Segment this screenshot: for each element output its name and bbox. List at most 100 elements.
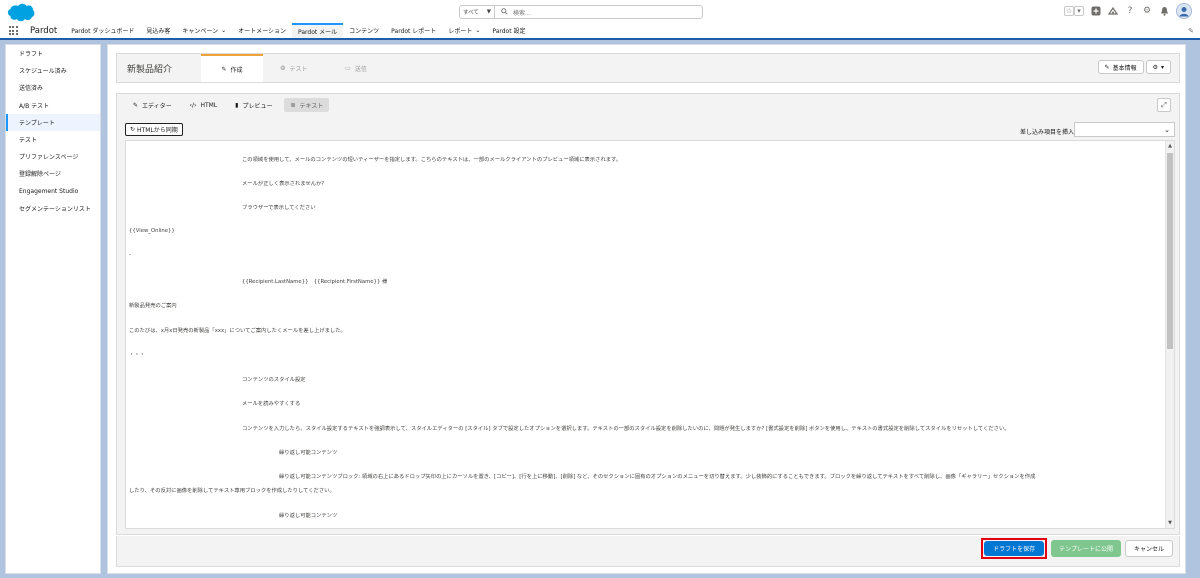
sidebar-item-ab-test[interactable]: A/B テスト: [6, 97, 100, 114]
sidebar-item-label: 送信済み: [19, 85, 44, 93]
search-scope-select[interactable]: すべて ▼: [459, 5, 495, 19]
chevron-down-icon[interactable]: ▾: [1074, 6, 1084, 16]
app-launcher-icon[interactable]: [0, 23, 26, 38]
tab-send[interactable]: ▭ 送信: [325, 54, 387, 82]
bell-icon[interactable]: [1159, 6, 1169, 16]
tab-text[interactable]: ≣ テキスト: [284, 98, 330, 112]
gear-icon: ⚙: [1152, 63, 1158, 71]
tab-label: HTML: [200, 101, 218, 109]
nav-item-automation[interactable]: オートメーション: [232, 23, 292, 38]
footer-actions: ドラフトを保存 テンプレートに公開 キャンセル: [981, 538, 1173, 559]
tab-html[interactable]: ‹/› HTML: [184, 98, 224, 112]
code-icon: ‹/›: [189, 101, 197, 109]
content-line: コンテンツのスタイル設定: [242, 377, 306, 383]
nav-item-label: コンテンツ: [349, 28, 380, 35]
nav-item-pardot-reports[interactable]: Pardot レポート: [385, 23, 442, 38]
tab-preview[interactable]: ▮ プレビュー: [229, 98, 278, 112]
pencil-icon: ✎: [221, 65, 227, 73]
content-line: メールが正しく表示されませんか?: [242, 181, 325, 187]
cancel-button[interactable]: キャンセル: [1124, 540, 1173, 557]
tab-label: 作成: [230, 66, 243, 74]
test-icon: ❂: [280, 64, 286, 72]
content-line: -: [129, 252, 131, 258]
sidebar: ドラフト スケジュール済み 送信済み A/B テスト テンプレート テスト プリ…: [5, 44, 101, 574]
search-icon: [501, 7, 508, 17]
text-icon: ≣: [290, 101, 296, 109]
sidebar-item-tests[interactable]: テスト: [6, 131, 100, 148]
sidebar-item-scheduled[interactable]: スケジュール済み: [6, 62, 100, 79]
basic-info-button[interactable]: ✎ 基本情報: [1097, 60, 1144, 74]
editor-tabs: ✎ エディター ‹/› HTML ▮ プレビュー ≣ テキスト: [127, 98, 330, 112]
expand-icon[interactable]: ⤢: [1157, 98, 1171, 112]
nav-item-pardot-dashboard[interactable]: Pardot ダッシュボード: [65, 23, 140, 38]
scroll-down-icon[interactable]: ▼: [1166, 519, 1174, 527]
sidebar-item-preference-pages[interactable]: プリファレンスページ: [6, 148, 100, 165]
scroll-up-icon[interactable]: ▲: [1166, 142, 1174, 150]
chevron-down-icon[interactable]: ⌄: [221, 27, 226, 34]
sidebar-item-sent[interactable]: 送信済み: [6, 79, 100, 96]
sidebar-item-engagement-studio[interactable]: Engagement Studio: [6, 183, 100, 200]
tab-editor[interactable]: ✎ エディター: [127, 98, 178, 112]
sidebar-item-unsubscribe-pages[interactable]: 登録解除ページ: [6, 165, 100, 182]
sidebar-item-drafts[interactable]: ドラフト: [6, 45, 100, 62]
step-tabs: ✎ 作成 ❂ テスト ▭ 送信: [201, 54, 387, 82]
sidebar-item-label: A/B テスト: [19, 102, 50, 110]
trailhead-icon[interactable]: [1108, 6, 1118, 16]
basic-info-label: 基本情報: [1112, 64, 1137, 72]
content-line: ・・・: [129, 352, 145, 358]
tab-build[interactable]: ✎ 作成: [201, 54, 263, 82]
page-title: 新製品紹介: [127, 65, 173, 75]
publish-template-button[interactable]: テンプレートに公開: [1051, 540, 1121, 557]
save-highlight: ドラフトを保存: [981, 538, 1048, 559]
sidebar-item-label: プリファレンスページ: [19, 154, 79, 162]
gear-icon[interactable]: ⚙: [1142, 6, 1152, 16]
merge-field-select[interactable]: ⌄: [1074, 122, 1175, 137]
sidebar-item-label: ドラフト: [19, 51, 44, 59]
settings-menu-button[interactable]: ⚙ ▾: [1145, 60, 1171, 74]
document-icon: ▮: [235, 101, 239, 109]
nav-item-campaigns[interactable]: キャンペーン ⌄: [176, 23, 232, 38]
save-draft-button[interactable]: ドラフトを保存: [984, 541, 1045, 556]
scrollbar[interactable]: ▲ ▼: [1165, 141, 1174, 528]
content-line: ブラウザーで表示してください: [242, 205, 316, 211]
sidebar-item-label: テスト: [19, 137, 38, 145]
nav-item-label: Pardot 設定: [492, 28, 526, 35]
star-icon[interactable]: ☆: [1064, 6, 1074, 16]
text-content-area[interactable]: この領域を使用して、メールのコンテンツの短いティーザーを指定します。こちらのテキ…: [125, 140, 1175, 529]
global-header: すべて ▼ 検索... ☆ ▾ ? ⚙: [0, 0, 1200, 23]
nav-item-reports[interactable]: レポート ⌄: [442, 23, 486, 38]
app-navigation: Pardot Pardot ダッシュボード 見込み客 キャンペーン ⌄ オートメー…: [0, 23, 1200, 40]
chevron-down-icon[interactable]: ⌄: [475, 27, 480, 34]
nav-item-label: Pardot メール: [298, 29, 338, 36]
sync-from-html-button[interactable]: ↻ HTMLから同期: [125, 123, 183, 136]
nav-item-label: Pardot ダッシュボード: [71, 28, 135, 35]
content-line: この領域を使用して、メールのコンテンツの短いティーザーを指定します。こちらのテキ…: [242, 157, 622, 163]
nav-item-label: オートメーション: [238, 28, 287, 35]
search-input[interactable]: 検索...: [495, 5, 703, 19]
scroll-thumb[interactable]: [1167, 153, 1173, 349]
sidebar-item-templates[interactable]: テンプレート: [6, 113, 100, 131]
search-scope-label: すべて: [463, 10, 479, 16]
title-actions: ✎ 基本情報 ⚙ ▾: [1097, 60, 1171, 74]
nav-item-content[interactable]: コンテンツ: [343, 23, 385, 38]
nav-item-pardot-email[interactable]: Pardot メール: [292, 23, 344, 38]
sidebar-item-label: Engagement Studio: [19, 187, 79, 195]
tab-test[interactable]: ❂ テスト: [263, 54, 325, 82]
content-line: 繰り返し可能コンテンツブロック: 領域の右上にあるドロップ矢印の上にカーソルを置…: [279, 474, 1036, 480]
pencil-icon: ✎: [1104, 63, 1110, 71]
utility-icons: ☆ ▾ ? ⚙: [1064, 3, 1192, 19]
avatar[interactable]: [1176, 3, 1192, 19]
salesforce-logo[interactable]: [7, 3, 35, 22]
pencil-icon[interactable]: ✎: [1188, 27, 1194, 35]
add-icon[interactable]: [1091, 6, 1101, 16]
send-icon: ▭: [345, 64, 351, 72]
search-placeholder: 検索...: [513, 9, 531, 17]
nav-item-prospects[interactable]: 見込み客: [140, 23, 176, 38]
nav-item-pardot-settings[interactable]: Pardot 設定: [486, 23, 531, 38]
content-line: 繰り返し可能コンテンツ: [279, 450, 338, 456]
content-line: したり、その反対に画像を削除してテキスト専用ブロックを作成したりしてください。: [129, 488, 335, 494]
global-search: すべて ▼ 検索...: [459, 5, 703, 19]
help-icon[interactable]: ?: [1125, 6, 1135, 16]
merge-field-label: 差し込み項目を挿入: [1019, 129, 1074, 136]
sidebar-item-segmentation-lists[interactable]: セグメンテーションリスト: [6, 200, 100, 217]
